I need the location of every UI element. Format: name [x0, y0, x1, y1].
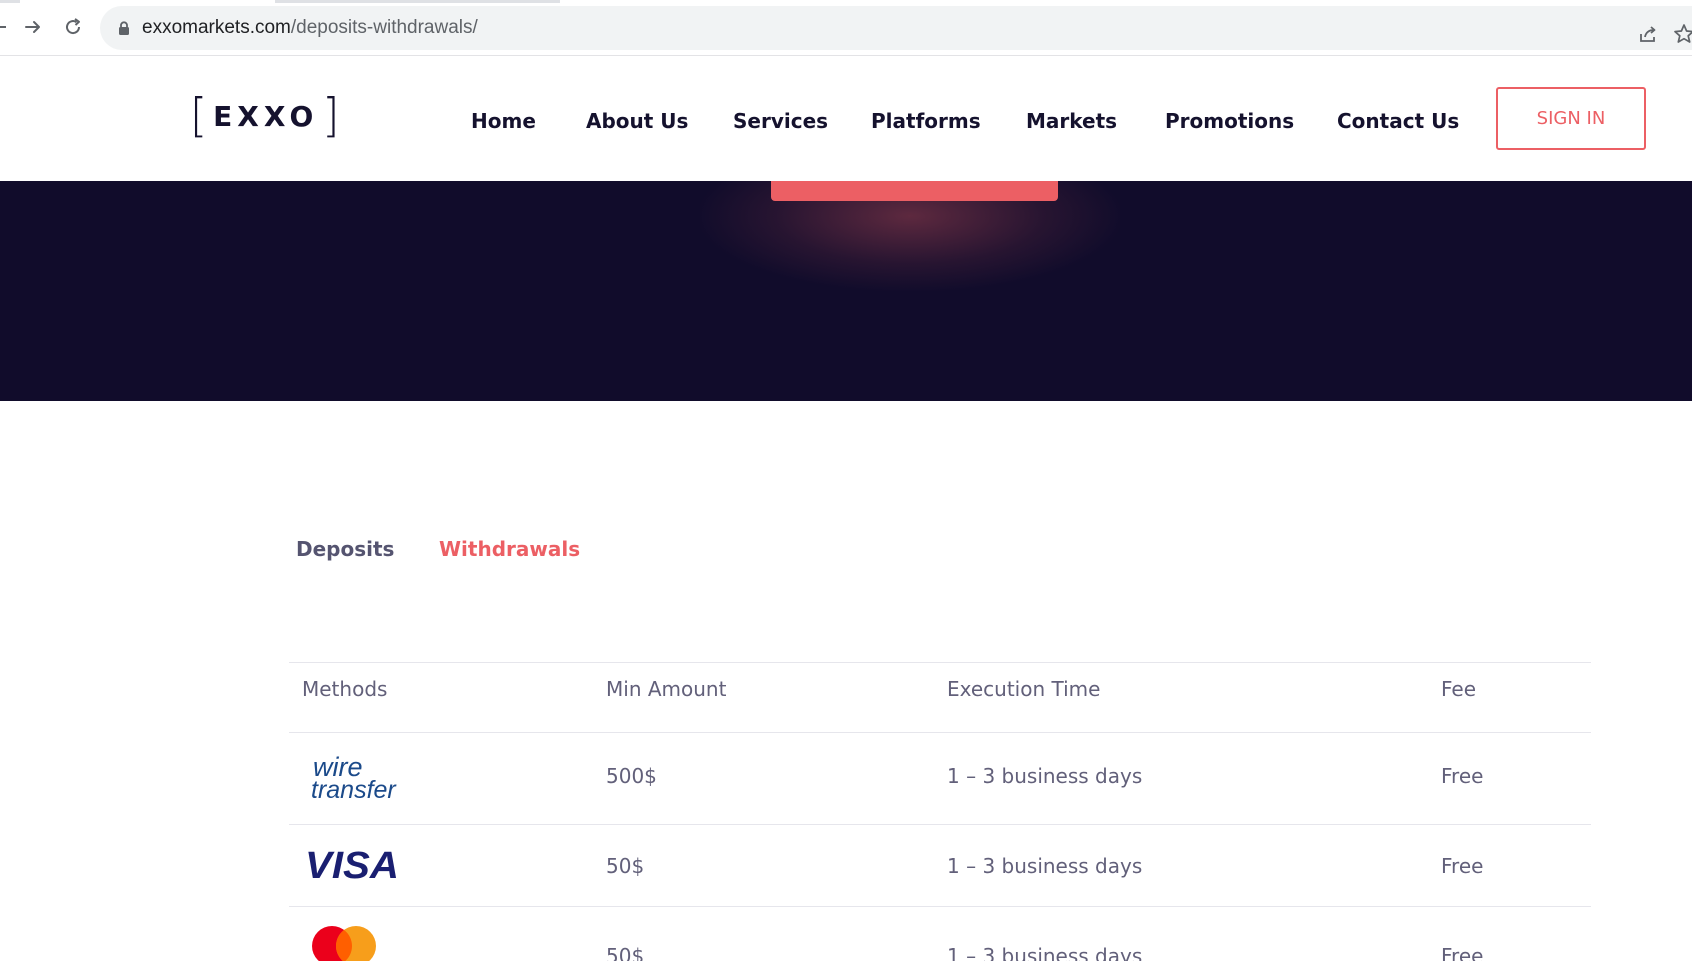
share-icon[interactable]: [1636, 22, 1660, 46]
table-row: VISA 50$ 1 – 3 business days Free: [289, 824, 1591, 906]
nav-services[interactable]: Services: [733, 107, 828, 135]
deposit-withdrawal-tabs: Deposits Withdrawals: [0, 536, 1692, 566]
reload-icon[interactable]: [60, 14, 86, 40]
table-row: wire transfer 500$ 1 – 3 business days F…: [289, 732, 1591, 824]
column-header-execution-time: Execution Time: [947, 677, 1101, 701]
site-header: [ EXXO ] Home About Us Services Platform…: [0, 56, 1692, 181]
nav-about-us[interactable]: About Us: [586, 107, 688, 135]
lock-icon: [119, 21, 129, 35]
execution-time-cell: 1 – 3 business days: [947, 764, 1143, 788]
min-amount-cell: 500$: [606, 764, 657, 788]
hero-cta-button[interactable]: [771, 181, 1058, 201]
tab-deposits[interactable]: Deposits: [296, 536, 394, 562]
nav-markets[interactable]: Markets: [1026, 107, 1117, 135]
fee-cell: Free: [1441, 854, 1484, 878]
fee-cell: Free: [1441, 764, 1484, 788]
tab-strip-gap: [20, 0, 275, 3]
forward-arrow-icon[interactable]: [20, 14, 46, 40]
wire-logo-line-2: transfer: [311, 776, 397, 804]
withdrawal-methods-table: Methods Min Amount Execution Time Fee wi…: [289, 662, 1591, 961]
min-amount-cell: 50$: [606, 944, 645, 961]
wire-transfer-logo-icon: wire transfer: [311, 752, 397, 804]
column-header-min-amount: Min Amount: [606, 677, 727, 701]
fee-cell: Free: [1441, 944, 1484, 961]
column-header-methods: Methods: [302, 677, 388, 701]
execution-time-cell: 1 – 3 business days: [947, 944, 1143, 961]
min-amount-cell: 50$: [606, 854, 645, 878]
visa-logo-icon: VISA: [305, 845, 399, 885]
mastercard-logo-icon: [312, 926, 376, 961]
table-header-row: Methods Min Amount Execution Time Fee: [289, 662, 1591, 732]
nav-promotions[interactable]: Promotions: [1165, 107, 1294, 135]
column-header-fee: Fee: [1441, 677, 1477, 701]
tab-withdrawals[interactable]: Withdrawals: [439, 536, 580, 562]
address-bar[interactable]: exxomarkets.com/deposits-withdrawals/: [100, 6, 1692, 50]
main-nav: Home About Us Services Platforms Markets…: [0, 107, 1692, 137]
browser-toolbar: exxomarkets.com/deposits-withdrawals/: [0, 0, 1692, 56]
nav-platforms[interactable]: Platforms: [871, 107, 981, 135]
hero-banner: [0, 181, 1692, 401]
visa-logo-text: VISA: [305, 845, 399, 885]
back-arrow-icon[interactable]: [0, 14, 8, 40]
sign-in-button[interactable]: SIGN IN: [1496, 87, 1646, 150]
nav-contact-us[interactable]: Contact Us: [1337, 107, 1459, 135]
bookmark-star-icon[interactable]: [1672, 22, 1692, 46]
nav-home[interactable]: Home: [471, 107, 536, 135]
table-row: 50$ 1 – 3 business days Free: [289, 906, 1591, 961]
execution-time-cell: 1 – 3 business days: [947, 854, 1143, 878]
url-text[interactable]: exxomarkets.com/deposits-withdrawals/: [142, 18, 478, 38]
url-host: exxomarkets.com: [142, 17, 291, 38]
url-path: /deposits-withdrawals/: [290, 17, 478, 38]
tab-strip-edge: [0, 0, 1692, 3]
tab-strip-gap: [560, 0, 1692, 3]
